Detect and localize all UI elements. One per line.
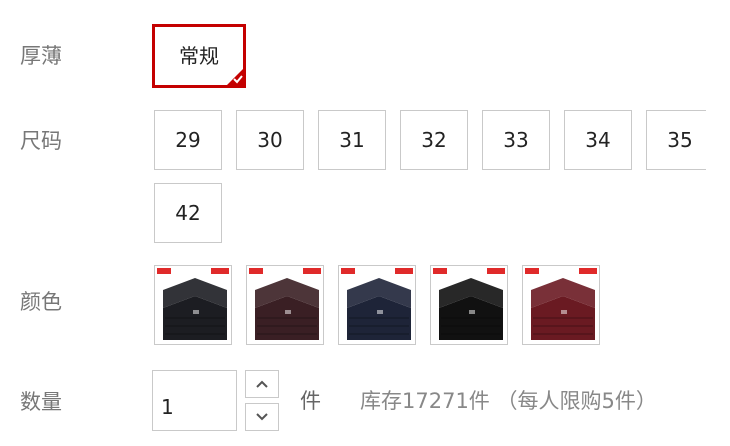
color-swatch[interactable]	[430, 265, 508, 345]
selected-check-icon	[227, 69, 243, 85]
color-swatch[interactable]	[522, 265, 600, 345]
trousers-thumbnail-icon	[341, 268, 413, 340]
size-option-32[interactable]: 32	[400, 110, 468, 170]
size-option-35[interactable]: 35	[646, 110, 706, 170]
color-swatch[interactable]	[338, 265, 416, 345]
thickness-option-label: 常规	[179, 44, 219, 68]
quantity-decrease-button[interactable]	[245, 403, 279, 431]
trousers-thumbnail-icon	[249, 268, 321, 340]
size-label: 尺码	[20, 129, 62, 153]
size-option-31[interactable]: 31	[318, 110, 386, 170]
trousers-thumbnail-icon	[157, 268, 229, 340]
color-swatch[interactable]	[154, 265, 232, 345]
stock-info: 库存17271件 （每人限购5件）	[360, 389, 657, 413]
color-label: 颜色	[20, 290, 62, 314]
trousers-thumbnail-icon	[433, 268, 505, 340]
size-option-33[interactable]: 33	[482, 110, 550, 170]
quantity-input[interactable]: 1	[152, 370, 237, 431]
thickness-label: 厚薄	[20, 44, 62, 68]
quantity-unit: 件	[300, 389, 321, 413]
size-option-30[interactable]: 30	[236, 110, 304, 170]
trousers-thumbnail-icon	[525, 268, 597, 340]
size-options: 29 30 31 32 33 34 35	[154, 110, 706, 170]
chevron-up-icon	[256, 380, 268, 388]
quantity-increase-button[interactable]	[245, 370, 279, 398]
size-option-34[interactable]: 34	[564, 110, 632, 170]
color-swatch[interactable]	[246, 265, 324, 345]
thickness-option-regular[interactable]: 常规	[152, 24, 246, 88]
size-option-29[interactable]: 29	[154, 110, 222, 170]
chevron-down-icon	[256, 413, 268, 421]
size-option-42[interactable]: 42	[154, 183, 222, 243]
quantity-label: 数量	[20, 390, 62, 414]
